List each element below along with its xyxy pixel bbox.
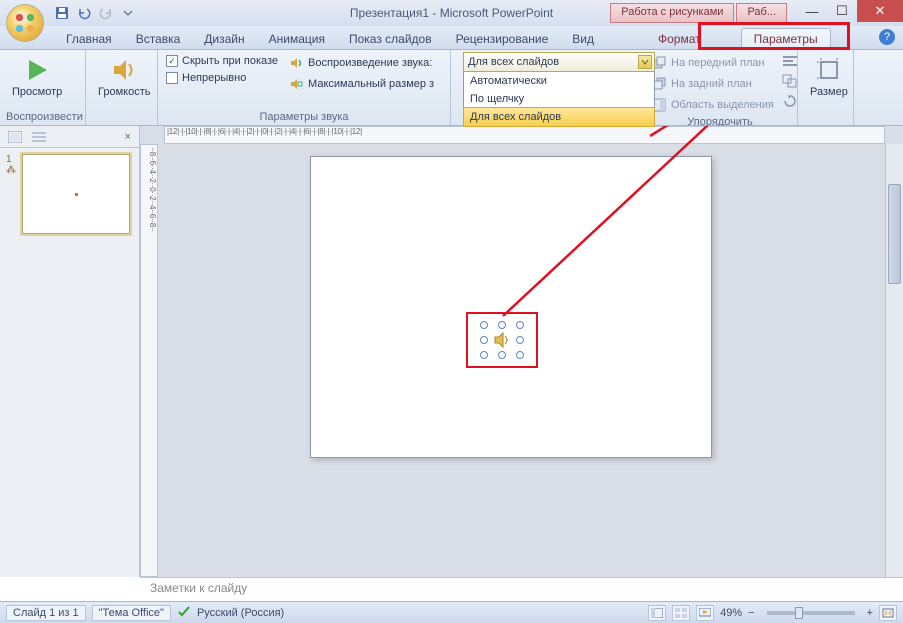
tab-animation[interactable]: Анимация — [257, 29, 337, 49]
minimize-button[interactable]: — — [797, 0, 827, 22]
chevron-down-icon[interactable] — [638, 55, 652, 69]
group-preview: Просмотр Воспроизвести — [0, 50, 86, 125]
tab-review[interactable]: Рецензирование — [444, 29, 561, 49]
play-sound-dropdown: Для всех слайдов Автоматически По щелчку… — [463, 52, 655, 127]
close-button[interactable]: ✕ — [857, 0, 903, 22]
context-tab-pictures[interactable]: Работа с рисунками — [610, 3, 734, 23]
preview-label: Просмотр — [12, 86, 62, 98]
pane-tabs: × — [0, 126, 139, 148]
dropdown-item-allslides[interactable]: Для всех слайдов — [463, 107, 655, 127]
send-back-button[interactable]: На задний план — [649, 75, 776, 93]
status-bar: Слайд 1 из 1 "Тема Office" Русский (Росс… — [0, 601, 903, 623]
checkbox-icon — [166, 72, 178, 84]
dropdown-item-auto[interactable]: Автоматически — [464, 72, 654, 90]
highlight-sound-object — [466, 312, 538, 368]
slide-thumbnail-1[interactable] — [22, 154, 130, 234]
title-bar: Презентация1 - Microsoft PowerPoint Рабо… — [0, 0, 903, 26]
play-sound-row: Воспроизведение звука: — [286, 54, 436, 72]
view-sorter-icon[interactable] — [672, 605, 690, 621]
zoom-value[interactable]: 49% — [720, 607, 742, 619]
align-icon[interactable] — [782, 54, 798, 71]
redo-icon[interactable] — [98, 5, 114, 21]
selection-pane-button[interactable]: Область выделения — [649, 96, 776, 114]
tab-design[interactable]: Дизайн — [192, 29, 256, 49]
size-icon — [815, 56, 843, 84]
thumbnail-list: 1⁂ — [0, 148, 139, 245]
group-arrange: На передний план На задний план Область … — [643, 50, 798, 125]
sound-play-icon — [288, 55, 304, 71]
horizontal-ruler: |12|·|·|10|·|·|8|·|·|6|·|·|4|·|·|2|·|·|0… — [164, 126, 885, 144]
status-slide: Слайд 1 из 1 — [6, 605, 86, 621]
thumb-number: 1⁂ — [6, 154, 18, 176]
group-volume: Громкость — [86, 50, 158, 125]
sound-object-selected[interactable] — [484, 325, 520, 355]
status-lang[interactable]: Русский (Россия) — [197, 607, 284, 619]
save-icon[interactable] — [54, 5, 70, 21]
view-normal-icon[interactable] — [648, 605, 666, 621]
bring-front-button[interactable]: На передний план — [649, 54, 776, 72]
speaker-icon — [108, 56, 140, 84]
max-size-row[interactable]: Максимальный размер з — [286, 75, 436, 93]
undo-icon[interactable] — [76, 5, 92, 21]
office-button[interactable] — [6, 4, 44, 42]
dropdown-list: Автоматически По щелчку Для всех слайдов — [463, 72, 655, 127]
hide-during-show-checkbox[interactable]: ✓ Скрыть при показе — [164, 54, 280, 68]
play-icon — [21, 56, 53, 84]
context-tab-b[interactable]: Раб... — [736, 3, 787, 23]
zoom-slider[interactable] — [767, 611, 855, 615]
vertical-scrollbar[interactable] — [885, 144, 903, 577]
title-right: Работа с рисунками Раб... — ☐ ✕ — [610, 0, 903, 26]
group-preview-label: Воспроизвести — [6, 109, 79, 123]
zoom-in-icon[interactable]: + — [867, 607, 873, 619]
preview-button[interactable]: Просмотр — [6, 54, 68, 100]
tab-format[interactable]: Формат — [646, 29, 713, 49]
slides-pane: × 1⁂ — [0, 126, 140, 577]
tab-insert[interactable]: Вставка — [124, 29, 193, 49]
group-size: Размер — [798, 50, 854, 125]
group-icon[interactable] — [782, 74, 798, 91]
tab-parameters[interactable]: Параметры — [741, 28, 831, 49]
sound-size-icon — [288, 76, 304, 92]
outline-tab-icon[interactable] — [32, 131, 46, 143]
tab-slideshow[interactable]: Показ слайдов — [337, 29, 444, 49]
help-icon[interactable]: ? — [879, 29, 895, 45]
size-button[interactable]: Размер — [804, 54, 854, 100]
slides-tab-icon[interactable] — [8, 131, 22, 143]
vertical-ruler: ··8··6··4··2··0··2··4··6··8·· — [140, 144, 158, 577]
tab-home[interactable]: Главная — [54, 29, 124, 49]
notes-pane[interactable]: Заметки к слайду — [140, 577, 903, 601]
group-sound-label: Параметры звука — [164, 109, 444, 123]
volume-label: Громкость — [98, 86, 150, 98]
dropdown-selected[interactable]: Для всех слайдов — [463, 52, 655, 72]
view-slideshow-icon[interactable] — [696, 605, 714, 621]
quick-access-toolbar — [54, 5, 136, 21]
rotate-icon[interactable] — [782, 94, 798, 111]
status-theme: "Тема Office" — [92, 605, 171, 621]
tab-view[interactable]: Вид — [560, 29, 606, 49]
maximize-button[interactable]: ☐ — [827, 0, 857, 22]
ribbon-tabs: Главная Вставка Дизайн Анимация Показ сл… — [0, 26, 903, 50]
group-sound-options: ✓ Скрыть при показе Непрерывно Воспроизв… — [158, 50, 451, 125]
checkbox-checked-icon: ✓ — [166, 55, 178, 67]
volume-button[interactable]: Громкость — [92, 54, 156, 100]
pane-close-icon[interactable]: × — [125, 131, 131, 143]
ribbon: Просмотр Воспроизвести Громкость ✓ Скрыт… — [0, 50, 903, 126]
slide-canvas[interactable] — [310, 156, 712, 458]
workspace: × 1⁂ |12|·|·|10|·|·|8|·|·|6|·|·|4|·|·|2|… — [0, 126, 903, 577]
loop-checkbox[interactable]: Непрерывно — [164, 71, 280, 85]
speaker-object-icon — [493, 331, 511, 349]
dropdown-item-click[interactable]: По щелчку — [464, 90, 654, 108]
qat-more-icon[interactable] — [120, 5, 136, 21]
slide-editor: |12|·|·|10|·|·|8|·|·|6|·|·|4|·|·|2|·|·|0… — [140, 126, 903, 577]
zoom-out-icon[interactable]: − — [748, 607, 754, 619]
fit-window-icon[interactable] — [879, 605, 897, 621]
spellcheck-icon[interactable] — [177, 604, 191, 621]
